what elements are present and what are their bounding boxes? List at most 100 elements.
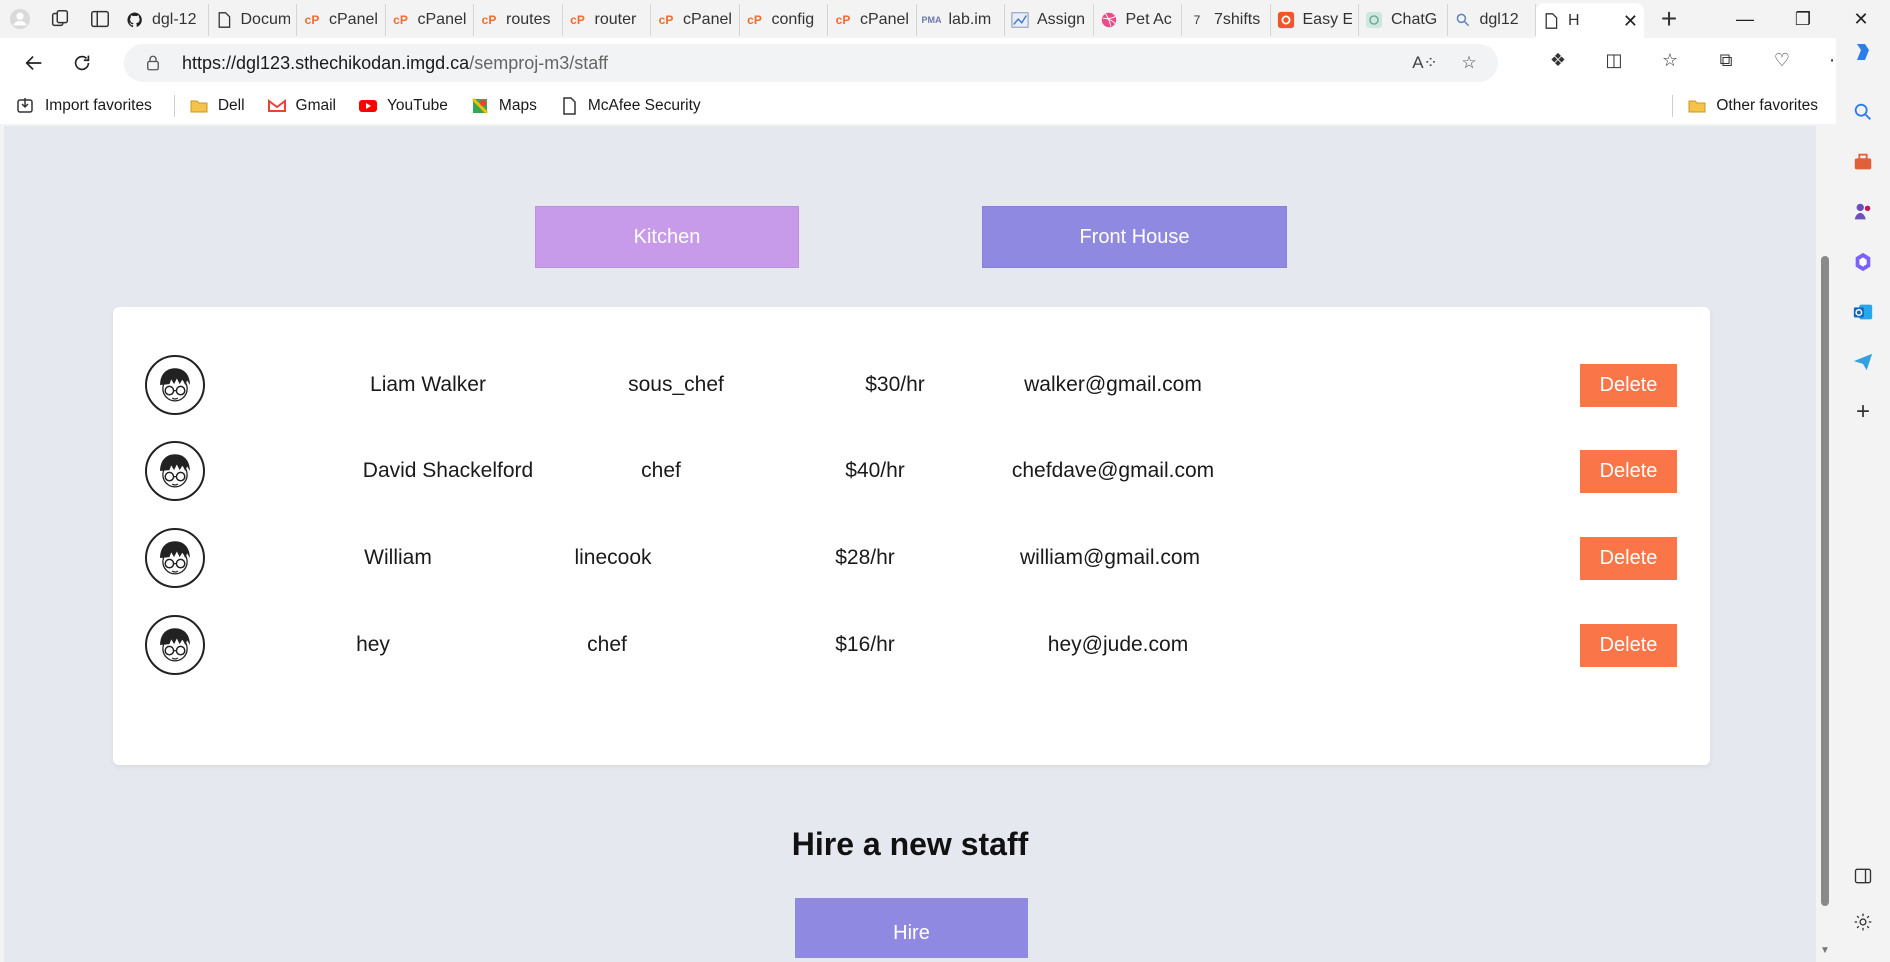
tab[interactable]: dgl12 <box>1448 4 1536 36</box>
tab-title: cPanel <box>329 11 378 28</box>
chart-icon <box>1011 11 1029 29</box>
tab[interactable]: cP router <box>563 4 651 36</box>
games-icon[interactable] <box>1851 200 1875 224</box>
tab[interactable]: PMA lab.im <box>917 4 1005 36</box>
tab-title: cPanel <box>860 11 909 28</box>
tab[interactable]: ChatG <box>1359 4 1448 36</box>
outlook-icon[interactable] <box>1851 300 1875 324</box>
staff-row: David Shackelford chef $40/hr chefdave@gmai… <box>113 441 1710 501</box>
scroll-down-arrow-icon[interactable]: ▼ <box>1820 945 1830 956</box>
staff-row: William linecook $28/hr william@gmail.com De… <box>113 528 1710 588</box>
cpanel-icon: cP <box>570 13 585 27</box>
kitchen-button[interactable]: Kitchen <box>535 206 799 268</box>
staff-email: william@gmail.com <box>1019 546 1200 569</box>
tab[interactable]: Pet Ac <box>1094 4 1182 36</box>
cpanel-icon: cP <box>304 13 320 27</box>
bookmark-youtube[interactable]: YouTube <box>358 96 448 116</box>
hide-sidebar-icon[interactable] <box>1851 864 1875 888</box>
vertical-tabs-icon <box>91 10 109 28</box>
tab-title: dgl12 <box>1479 11 1519 28</box>
tab[interactable]: Assign <box>1005 4 1094 36</box>
new-tab-button[interactable]: + <box>1644 0 1694 38</box>
refresh-button[interactable] <box>60 43 104 83</box>
tab[interactable]: cP routes <box>474 4 563 36</box>
minimize-button[interactable]: — <box>1716 0 1774 38</box>
favorites-icon[interactable]: ☆ <box>1658 48 1682 72</box>
bookmark-import-favorites[interactable]: Import favorites <box>16 96 152 116</box>
send-icon[interactable] <box>1851 350 1875 374</box>
delete-button[interactable]: Delete <box>1580 364 1677 407</box>
navigation-bar: https://dgl123.sthechikodan.imgd.ca/semp… <box>0 38 1890 88</box>
tab-title: cPanel <box>417 11 467 28</box>
add-plus-icon[interactable]: + <box>1851 398 1875 425</box>
favorite-star-icon[interactable]: ☆ <box>1458 52 1480 74</box>
read-aloud-icon[interactable]: A⁘ <box>1412 52 1438 74</box>
profile-icon <box>9 8 31 30</box>
tab[interactable]: cP cPanel <box>651 4 740 36</box>
dribbble-icon <box>1100 11 1118 29</box>
scrollbar-thumb[interactable] <box>1821 256 1829 906</box>
restore-button[interactable]: ❐ <box>1774 0 1832 38</box>
copilot-icon[interactable] <box>1851 40 1875 64</box>
tab-title: Docum <box>240 11 291 28</box>
bookmark-dell[interactable]: Dell <box>189 96 245 116</box>
extensions-icon[interactable]: ❖ <box>1546 48 1570 72</box>
tab[interactable]: cP cPanel <box>386 4 474 36</box>
staff-email: hey@jude.com <box>1047 633 1189 656</box>
shopping-icon[interactable] <box>1851 150 1875 174</box>
tab[interactable]: 7 7shifts <box>1182 4 1271 36</box>
tab-title: 7shifts <box>1214 11 1261 28</box>
maps-icon <box>470 96 490 116</box>
staff-row: Liam Walker sous_chef $30/hr walker@gmail.c… <box>113 355 1710 415</box>
toolbar-actions: ❖ ◫ ☆ ⧉ ♡ ⋯ <box>1546 48 1850 72</box>
workspaces-button[interactable] <box>40 0 80 38</box>
bookmark-maps[interactable]: Maps <box>470 96 537 116</box>
tab[interactable]: cP config <box>740 4 828 36</box>
avatar-icon <box>145 441 205 501</box>
bookmark-mcafee[interactable]: McAfee Security <box>559 96 701 116</box>
tab-title: H <box>1568 12 1580 29</box>
tab-actions-button[interactable] <box>80 0 120 38</box>
tab[interactable]: cP cPanel <box>828 4 917 36</box>
profile-button[interactable] <box>0 0 40 38</box>
tab-active[interactable]: H ✕ <box>1536 3 1644 39</box>
close-tab-icon[interactable]: ✕ <box>1623 11 1638 32</box>
collections-icon[interactable]: ⧉ <box>1714 48 1738 72</box>
settings-gear-icon[interactable] <box>1851 910 1875 934</box>
address-bar[interactable]: https://dgl123.sthechikodan.imgd.ca/semp… <box>124 44 1498 82</box>
delete-button[interactable]: Delete <box>1580 450 1677 493</box>
tab[interactable]: Easy E <box>1271 4 1359 36</box>
edge-sidebar: + <box>1836 38 1890 962</box>
document-icon <box>559 96 579 116</box>
other-favorites[interactable]: Other favorites <box>1672 88 1818 124</box>
delete-button[interactable]: Delete <box>1580 537 1677 580</box>
document-icon <box>1542 12 1560 30</box>
tab-title: dgl-12 <box>152 11 197 28</box>
search-icon[interactable] <box>1851 100 1875 124</box>
close-window-button[interactable]: ✕ <box>1832 0 1890 38</box>
folder-icon <box>189 96 209 116</box>
bookmark-gmail[interactable]: Gmail <box>267 96 336 116</box>
page-viewport: Kitchen Front House Liam Walker sous_chef… <box>4 126 1816 962</box>
staff-role: linecook <box>574 546 652 569</box>
back-button[interactable] <box>12 43 56 83</box>
tab-strip: dgl-12 Docum cP cPanel cP cPanel cP routes cP rou… <box>0 0 1890 39</box>
browser-essentials-icon[interactable]: ♡ <box>1770 48 1794 72</box>
staff-email: walker@gmail.com <box>1024 373 1202 396</box>
front-house-button[interactable]: Front House <box>982 206 1287 268</box>
tab[interactable]: cP cPanel <box>297 4 386 36</box>
search-icon <box>1454 11 1472 29</box>
tab[interactable]: dgl-12 <box>120 4 209 36</box>
split-screen-icon[interactable]: ◫ <box>1602 48 1626 72</box>
bookmark-separator <box>1672 95 1674 117</box>
hire-button[interactable]: Hire <box>795 898 1028 958</box>
tab-list: dgl-12 Docum cP cPanel cP cPanel cP routes cP rou… <box>120 0 1644 39</box>
refresh-icon <box>74 55 90 71</box>
page-scrollbar[interactable]: ▼ <box>1818 126 1832 962</box>
tab-title: Easy E <box>1302 11 1353 28</box>
lock-icon <box>147 55 159 71</box>
microsoft-365-icon[interactable] <box>1851 250 1875 274</box>
delete-button[interactable]: Delete <box>1580 624 1677 667</box>
tab[interactable]: Docum <box>209 4 297 36</box>
7shifts-icon: 7 <box>1193 13 1201 27</box>
